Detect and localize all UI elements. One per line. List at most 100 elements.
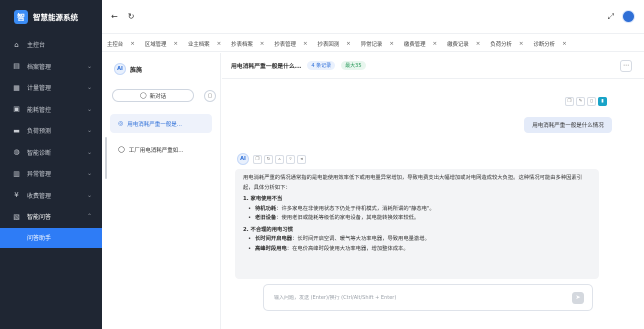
tab-label: 负荷分析 — [490, 41, 512, 48]
sidebar-item-label: 档案管理 — [27, 63, 52, 71]
conversation-panel-header: AI 旌旄 — [102, 53, 220, 85]
app-logo[interactable]: 智 智慧能源系统 — [0, 0, 102, 34]
tab-label: 缴费管理 — [403, 41, 426, 48]
close-icon[interactable]: × — [173, 41, 178, 47]
tab-label: 主控台 — [107, 41, 124, 48]
item-term: 待机功耗 — [255, 205, 277, 212]
sidebar-item-exceptions[interactable]: ▥ 异常管理 ⌄ — [0, 163, 102, 185]
close-icon[interactable]: × — [433, 41, 438, 47]
assistant-message-header: AI ❐ ↻ ▵ ▿ ◂ — [237, 153, 308, 165]
tab-payment-management[interactable]: 缴费管理 × — [399, 36, 442, 51]
logo-icon: 智 — [14, 10, 28, 24]
home-icon: ⌂ — [14, 40, 19, 49]
speaker-icon[interactable]: ◂ — [297, 154, 306, 164]
sidebar-item-label: 负荷预测 — [27, 128, 52, 136]
sidebar-item-archives[interactable]: ▤ 档案管理 ⌄ — [0, 56, 102, 78]
sidebar-item-label: 主控台 — [27, 42, 46, 50]
sidebar-item-label: 智能问答 — [27, 214, 52, 222]
close-icon[interactable]: × — [303, 41, 308, 47]
chat-panel: 用电消耗严重一般是什么... 4 条记录 最大35 ⋯ ❐ ✎ ▯ ▮ 用电消耗… — [222, 53, 644, 329]
new-chat-label: 新对话 — [149, 93, 167, 100]
item-term: 老旧设备 — [255, 215, 277, 221]
tab-meter-management[interactable]: 抄表管理 × — [269, 36, 312, 51]
chevron-down-icon: ⌄ — [86, 148, 92, 156]
sidebar-subitem-qa-assistant[interactable]: 问答助手 — [0, 227, 102, 248]
copy-icon[interactable]: ❐ — [253, 154, 262, 164]
tab-meter-backtest[interactable]: 抄表回测 × — [313, 36, 356, 51]
close-icon[interactable]: × — [346, 41, 351, 47]
send-button[interactable]: ➤ — [572, 291, 584, 304]
tab-diagnosis-analysis[interactable]: 诊断分析 × — [528, 36, 571, 51]
item-term: 长时间开启电器 — [255, 236, 293, 242]
ai-logo-icon: AI — [237, 153, 249, 165]
chevron-down-icon: ⌄ — [86, 170, 92, 178]
close-icon[interactable]: × — [389, 41, 394, 47]
tab-label: 业主档案 — [187, 41, 210, 48]
sidebar-item-smart-qa[interactable]: ▧ 智能问答 ⌃ — [0, 206, 102, 228]
sidebar-item-load-forecast[interactable]: ▬ 负荷预测 ⌄ — [0, 120, 102, 142]
more-options-button[interactable]: ⋯ — [620, 59, 632, 72]
sidebar-item-label: 能耗管控 — [27, 106, 52, 114]
chat-bubble-icon: ◯ — [139, 92, 147, 99]
sidebar-item-metering[interactable]: ▦ 计量管理 ⌄ — [0, 77, 102, 99]
sidebar-item-label: 收费管理 — [27, 192, 52, 200]
tab-meter-archive[interactable]: 抄表档案 × — [226, 36, 269, 51]
tab-label: 区域管理 — [144, 41, 167, 48]
delete-icon[interactable]: ▯ — [587, 97, 596, 106]
energy-icon: ▣ — [13, 105, 20, 114]
avatar[interactable] — [622, 10, 635, 23]
ai-logo-icon: AI — [114, 63, 126, 75]
assistant-name: 旌旄 — [130, 66, 143, 74]
chevron-down-icon: ⌄ — [86, 62, 92, 70]
tab-payment-records[interactable]: 缴费记录 × — [442, 36, 485, 51]
tab-label: 抄表档案 — [231, 41, 253, 48]
sidebar-menu: ⌂ 主控台 ▤ 档案管理 ⌄ ▦ 计量管理 ⌄ ▣ 能耗管控 ⌄ ▬ 负荷预测 … — [0, 34, 102, 228]
document-icon: ▤ — [13, 62, 20, 71]
back-icon[interactable]: ← — [111, 12, 118, 21]
tab-exception-records[interactable]: 异常记录 × — [356, 36, 399, 51]
sidebar-item-billing[interactable]: ¥ 收费管理 ⌄ — [0, 185, 102, 207]
thumbs-up-icon[interactable]: ▵ — [275, 154, 284, 164]
close-icon[interactable]: × — [260, 41, 265, 47]
user-avatar-icon: ▮ — [598, 97, 607, 106]
tab-load-analysis[interactable]: 负荷分析 × — [485, 36, 528, 51]
tab-region[interactable]: 区域管理 × — [140, 36, 183, 51]
item-text: ：许多家电在非使用状态下仍处于待机模式，消耗所谓的"静态电"。 — [276, 205, 435, 212]
forecast-icon: ▬ — [13, 126, 20, 135]
tab-owner-archive[interactable]: 业主档案 × — [183, 36, 226, 51]
lock-button[interactable]: ▢ — [204, 89, 216, 102]
close-icon[interactable]: × — [519, 41, 524, 47]
edit-icon[interactable]: ✎ — [576, 97, 585, 106]
chevron-down-icon: ⌄ — [86, 127, 92, 135]
tab-dashboard[interactable]: 主控台 × — [102, 36, 140, 51]
fullscreen-icon[interactable]: ⤢ — [608, 12, 614, 22]
thumbs-down-icon[interactable]: ▿ — [286, 154, 295, 164]
chevron-down-icon: ⌄ — [86, 84, 92, 92]
conversation-title: 工厂用电消耗严重如... — [128, 147, 184, 154]
close-icon[interactable]: × — [562, 41, 567, 47]
conversation-item[interactable]: ◎ 用电消耗严重一般是... — [110, 114, 212, 133]
sidebar: 智 智慧能源系统 ⌂ 主控台 ▤ 档案管理 ⌄ ▦ 计量管理 ⌄ ▣ 能耗管控 … — [0, 0, 102, 329]
retry-icon[interactable]: ↻ — [264, 154, 273, 164]
item-text: ：使用老旧或能耗等级低的家电设备，其电能转换效率较低。 — [276, 215, 420, 221]
sidebar-item-diagnosis[interactable]: ◍ 智能诊断 ⌄ — [0, 142, 102, 164]
close-icon[interactable]: × — [476, 41, 481, 47]
warning-icon: ▥ — [13, 169, 20, 178]
scrollbar[interactable] — [105, 137, 107, 179]
chat-icon: ▧ — [13, 212, 20, 221]
refresh-icon[interactable]: ↻ — [128, 12, 135, 21]
user-message-actions: ❐ ✎ ▯ ▮ — [565, 97, 609, 106]
new-chat-button[interactable]: ◯ 新对话 — [112, 89, 194, 102]
conversation-item[interactable]: ◯ 工厂用电消耗严重如... — [110, 140, 212, 159]
copy-icon[interactable]: ❐ — [565, 97, 574, 106]
lock-icon: ▢ — [207, 92, 213, 99]
close-icon[interactable]: × — [130, 41, 135, 47]
sidebar-item-energy-control[interactable]: ▣ 能耗管控 ⌄ — [0, 99, 102, 121]
close-icon[interactable]: × — [217, 41, 222, 47]
message-input[interactable] — [274, 294, 572, 301]
top-bar: ← ↻ ⤢ — [102, 0, 644, 34]
sidebar-item-label: 计量管理 — [27, 85, 52, 93]
conversation-panel: AI 旌旄 ◯ 新对话 ▢ ◎ 用电消耗严重一般是... ◯ 工厂用电消耗严重如… — [102, 53, 221, 329]
tab-label: 抄表管理 — [274, 41, 296, 48]
sidebar-item-dashboard[interactable]: ⌂ 主控台 — [0, 34, 102, 56]
